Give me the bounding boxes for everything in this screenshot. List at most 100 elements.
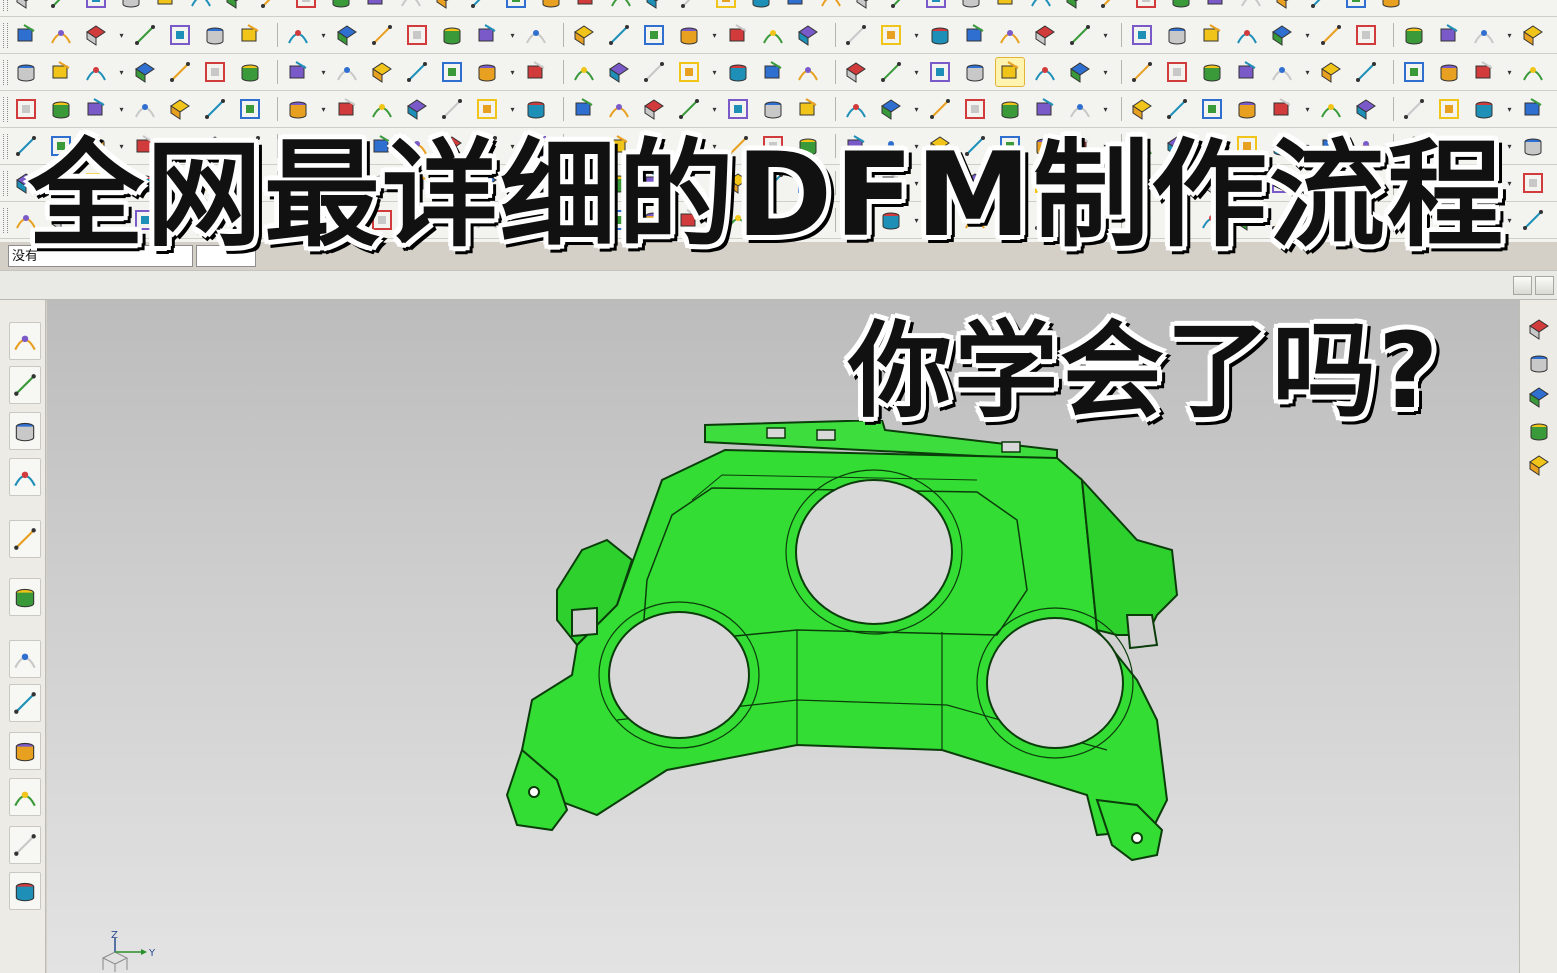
cylinder-icon[interactable] xyxy=(438,21,466,49)
pattern-icon[interactable] xyxy=(1400,58,1428,86)
toolbar-icon[interactable] xyxy=(327,0,355,12)
chamfer-icon[interactable] xyxy=(201,58,229,86)
blue-cube-icon[interactable] xyxy=(1031,58,1059,86)
dropdown-arrow-icon[interactable]: ▾ xyxy=(508,21,517,49)
yellow-cube-icon[interactable] xyxy=(995,57,1025,87)
visualization-icon[interactable] xyxy=(9,872,41,910)
dropdown-arrow-icon[interactable]: ▾ xyxy=(1505,95,1514,123)
sweep-icon[interactable] xyxy=(1317,58,1345,86)
dropdown-arrow-icon[interactable]: ▾ xyxy=(1505,169,1514,197)
coin-icon[interactable] xyxy=(1435,21,1463,49)
spline-icon[interactable] xyxy=(82,95,110,123)
chamfer-icon[interactable] xyxy=(1268,58,1296,86)
dropdown-arrow-icon[interactable]: ▾ xyxy=(1505,58,1514,86)
block-icon[interactable] xyxy=(759,21,787,49)
shell-icon[interactable] xyxy=(1352,58,1380,86)
restore-icon[interactable] xyxy=(1513,276,1532,295)
arc-icon[interactable] xyxy=(47,95,75,123)
toolbar-icon[interactable] xyxy=(607,0,635,12)
arc-icon[interactable] xyxy=(522,58,550,86)
offset-face-icon[interactable] xyxy=(1435,95,1463,123)
sheet-icon[interactable] xyxy=(842,21,870,49)
web-browser-icon[interactable] xyxy=(9,578,41,616)
toolbar-icon[interactable] xyxy=(1272,0,1300,12)
coin-icon[interactable] xyxy=(522,21,550,49)
graph-icon[interactable] xyxy=(1317,21,1345,49)
toolbar-icon[interactable] xyxy=(187,0,215,12)
line-icon[interactable] xyxy=(333,21,361,49)
text-a-icon[interactable] xyxy=(1163,95,1191,123)
pencil-icon[interactable] xyxy=(131,21,159,49)
helix-icon[interactable] xyxy=(996,95,1024,123)
shading-icon[interactable] xyxy=(1524,348,1554,378)
manufacturing-wizard-icon[interactable] xyxy=(9,778,41,816)
axis-icon[interactable] xyxy=(131,58,159,86)
dropdown-arrow-icon[interactable]: ▾ xyxy=(319,95,328,123)
sketch-icon[interactable] xyxy=(12,21,40,49)
mesh2-icon[interactable] xyxy=(724,95,752,123)
dropdown-arrow-icon[interactable]: ▾ xyxy=(319,21,328,49)
toolbar-icon[interactable] xyxy=(1342,0,1370,12)
axis-icon[interactable] xyxy=(1198,58,1226,86)
sew-icon[interactable] xyxy=(1519,58,1547,86)
maximize-icon[interactable] xyxy=(1535,276,1554,295)
dropdown-arrow-icon[interactable]: ▾ xyxy=(508,95,517,123)
dropdown-arrow-icon[interactable]: ▾ xyxy=(710,95,719,123)
spline-icon[interactable] xyxy=(605,58,633,86)
analysis-icon[interactable] xyxy=(961,58,989,86)
check-icon[interactable] xyxy=(1066,58,1094,86)
curve3-icon[interactable] xyxy=(1128,95,1156,123)
reuse-library-icon[interactable] xyxy=(9,458,41,496)
toolbar-icon[interactable] xyxy=(292,0,320,12)
flange-icon[interactable] xyxy=(1470,95,1498,123)
layers-icon[interactable] xyxy=(961,21,989,49)
patch-icon[interactable] xyxy=(640,95,668,123)
spring-icon[interactable] xyxy=(1400,21,1428,49)
toolbar-icon[interactable] xyxy=(12,0,40,12)
part-navigator-icon[interactable] xyxy=(9,412,41,450)
pencil-icon[interactable] xyxy=(1031,21,1059,49)
toolbar-icon[interactable] xyxy=(1377,0,1405,12)
face-icon[interactable] xyxy=(794,58,822,86)
line-icon[interactable] xyxy=(1233,21,1261,49)
dropdown-arrow-icon[interactable]: ▾ xyxy=(912,58,921,86)
info-icon[interactable] xyxy=(794,95,822,123)
toolbar-icon[interactable] xyxy=(537,0,565,12)
curve-icon[interactable] xyxy=(640,58,668,86)
cylinder-icon[interactable] xyxy=(403,95,431,123)
text-a-icon[interactable] xyxy=(570,58,598,86)
table-icon[interactable] xyxy=(82,21,110,49)
eraser-icon[interactable] xyxy=(368,21,396,49)
grid-face-icon[interactable] xyxy=(1352,95,1380,123)
process-studio-icon[interactable] xyxy=(9,732,41,770)
arc-icon[interactable] xyxy=(926,95,954,123)
roles-icon[interactable] xyxy=(9,826,41,864)
shell-icon[interactable] xyxy=(284,58,312,86)
dropdown-arrow-icon[interactable]: ▾ xyxy=(1101,58,1110,86)
eraser-icon[interactable] xyxy=(1268,21,1296,49)
toolbar-icon[interactable] xyxy=(467,0,495,12)
draft-icon[interactable] xyxy=(1233,95,1261,123)
spring-icon[interactable] xyxy=(473,21,501,49)
mesh3-icon[interactable] xyxy=(759,95,787,123)
toolbar-icon[interactable] xyxy=(117,0,145,12)
toolbar-icon[interactable] xyxy=(152,0,180,12)
dropdown-arrow-icon[interactable]: ▾ xyxy=(912,95,921,123)
view-cube-icon[interactable] xyxy=(1524,314,1554,344)
toolbar-icon[interactable] xyxy=(817,0,845,12)
toolbar-icon[interactable] xyxy=(642,0,670,12)
text-box-icon[interactable] xyxy=(1198,21,1226,49)
help-info-icon[interactable] xyxy=(9,520,41,558)
toolbar-icon[interactable] xyxy=(502,0,530,12)
check-icon[interactable] xyxy=(12,58,40,86)
pattern-icon[interactable] xyxy=(333,58,361,86)
curve3-icon[interactable] xyxy=(236,95,264,123)
assembly-navigator-icon[interactable] xyxy=(9,322,41,360)
bridge-icon[interactable] xyxy=(522,95,550,123)
toolbar-icon[interactable] xyxy=(222,0,250,12)
cylinder-icon[interactable] xyxy=(1524,450,1554,480)
move-icon[interactable] xyxy=(1519,21,1547,49)
dropdown-arrow-icon[interactable]: ▾ xyxy=(117,21,126,49)
toolbar-icon[interactable] xyxy=(677,0,705,12)
patch-icon[interactable] xyxy=(1519,95,1547,123)
